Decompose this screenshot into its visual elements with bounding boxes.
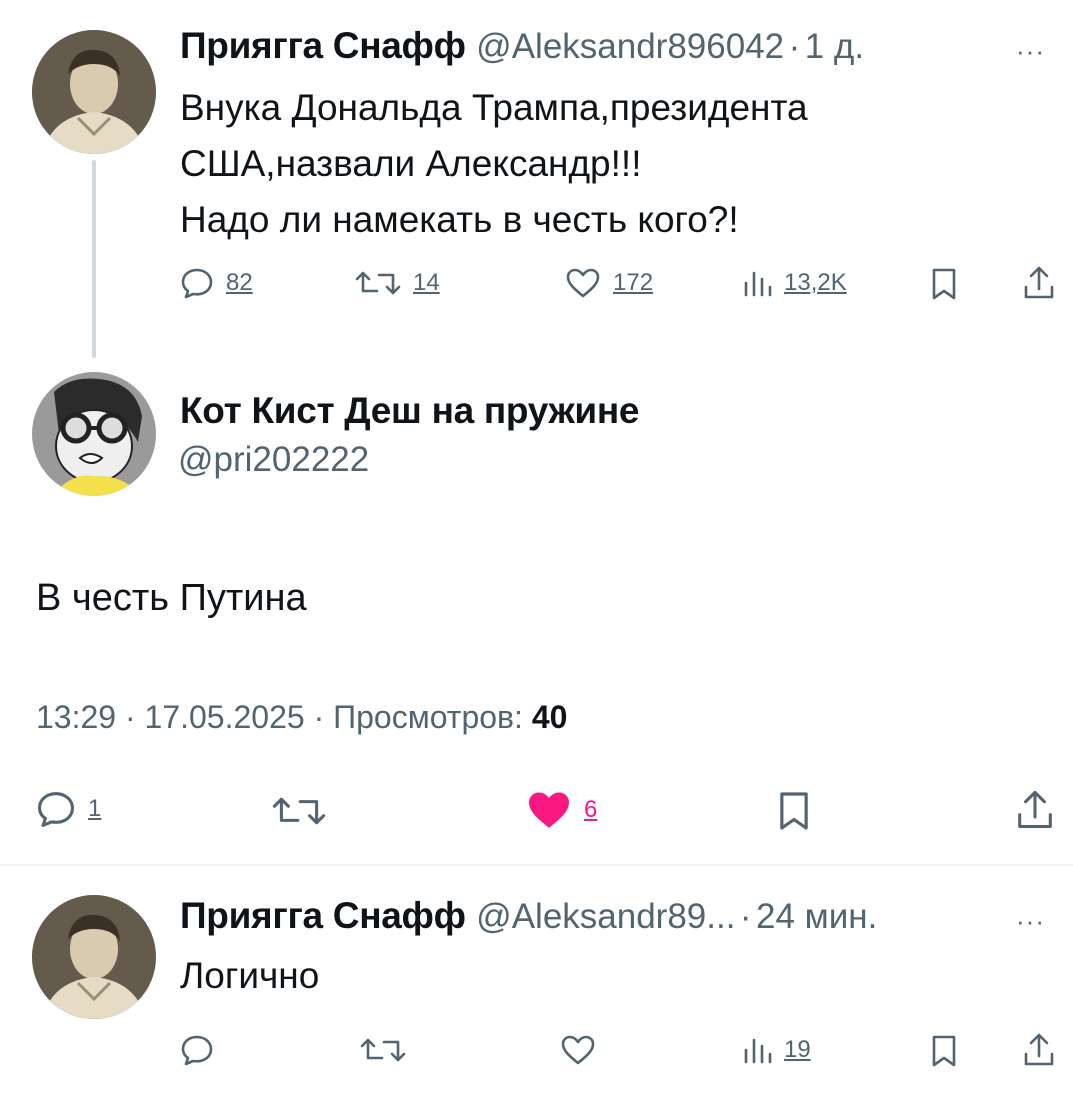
views-count: 13,2K xyxy=(784,269,847,296)
views-count: 19 xyxy=(784,1036,811,1063)
tweet-text-line: США,назвали Александр!!! xyxy=(180,143,642,184)
avatar[interactable] xyxy=(32,372,156,496)
like-button[interactable]: 172 xyxy=(565,267,653,299)
share-button[interactable] xyxy=(1015,788,1055,832)
reply-button[interactable] xyxy=(180,1034,214,1066)
tweet-text: Внука Дональда Трампа,президента США,наз… xyxy=(180,80,1040,248)
author-handle[interactable]: @pri202222 xyxy=(178,440,369,480)
like-icon xyxy=(566,268,600,298)
like-button[interactable]: 6 xyxy=(526,790,597,830)
views-icon xyxy=(744,1038,772,1064)
separator: · xyxy=(788,27,801,66)
thread-line xyxy=(92,160,96,358)
bookmark-button[interactable] xyxy=(930,1034,958,1068)
retweet-count: 14 xyxy=(413,269,440,296)
timestamp[interactable]: 1 д. xyxy=(805,27,864,66)
retweet-icon xyxy=(272,797,326,825)
reply-count: 82 xyxy=(226,269,253,296)
like-button[interactable] xyxy=(560,1034,596,1066)
time[interactable]: 13:29 xyxy=(36,699,116,735)
share-icon xyxy=(1024,266,1054,299)
tweet-text-line: Внука Дональда Трампа,президента xyxy=(180,87,808,128)
reply-icon xyxy=(181,1035,213,1066)
retweet-icon xyxy=(360,1038,406,1062)
views-label: Просмотров: xyxy=(333,699,523,735)
avatar[interactable] xyxy=(32,30,156,154)
like-icon xyxy=(561,1035,595,1065)
reply-button[interactable]: 1 xyxy=(36,790,101,828)
like-icon xyxy=(529,792,569,828)
bookmark-button[interactable] xyxy=(777,790,811,832)
reply-icon xyxy=(181,268,213,299)
tweet-header: Приягга Снафф @Aleksandr89... · 24 мин. xyxy=(180,895,877,937)
share-button[interactable] xyxy=(1022,265,1056,301)
tweet-header: Приягга Снафф @Aleksandr896042 · 1 д. xyxy=(180,25,864,67)
views-button[interactable]: 13,2K xyxy=(742,267,847,299)
date[interactable]: 17.05.2025 xyxy=(145,699,305,735)
tweet-timestamp: 13:29 · 17.05.2025 · Просмотров: 40 xyxy=(36,699,567,736)
retweet-icon xyxy=(355,271,401,295)
tweet-text-line: Надо ли намекать в честь кого?! xyxy=(180,199,739,240)
bookmark-icon xyxy=(932,1035,956,1067)
tweet-text: В честь Путина xyxy=(36,577,307,619)
author-handle[interactable]: @Aleksandr896042 xyxy=(476,27,784,66)
share-button[interactable] xyxy=(1022,1032,1056,1068)
like-count: 172 xyxy=(613,269,654,296)
author-name[interactable]: Кот Кист Деш на пружине xyxy=(180,390,639,432)
reply-button[interactable]: 82 xyxy=(180,267,253,299)
bookmark-icon xyxy=(780,792,808,830)
separator: · xyxy=(313,699,325,735)
reply-icon xyxy=(38,792,74,827)
author-handle[interactable]: @Aleksandr89... xyxy=(476,897,735,936)
author-name[interactable]: Приягга Снафф xyxy=(180,25,466,66)
avatar[interactable] xyxy=(32,895,156,1019)
timestamp[interactable]: 24 мин. xyxy=(756,897,877,936)
like-count: 6 xyxy=(584,796,598,823)
retweet-button[interactable]: 14 xyxy=(355,267,440,299)
views-button[interactable]: 19 xyxy=(742,1034,811,1066)
tweet-text: Логично xyxy=(180,955,320,996)
divider xyxy=(0,864,1073,866)
retweet-button[interactable] xyxy=(360,1034,406,1066)
more-icon[interactable]: ··· xyxy=(1016,906,1045,937)
separator: · xyxy=(739,897,752,936)
retweet-button[interactable] xyxy=(272,792,326,830)
more-icon[interactable]: ··· xyxy=(1016,36,1045,67)
views-count: 40 xyxy=(531,699,568,735)
bookmark-icon xyxy=(932,268,956,300)
separator: · xyxy=(124,699,136,735)
views-icon xyxy=(744,271,772,297)
author-name[interactable]: Приягга Снафф xyxy=(180,895,466,936)
reply-count: 1 xyxy=(88,795,102,822)
share-icon xyxy=(1018,790,1052,828)
share-icon xyxy=(1024,1033,1054,1066)
bookmark-button[interactable] xyxy=(930,267,958,301)
